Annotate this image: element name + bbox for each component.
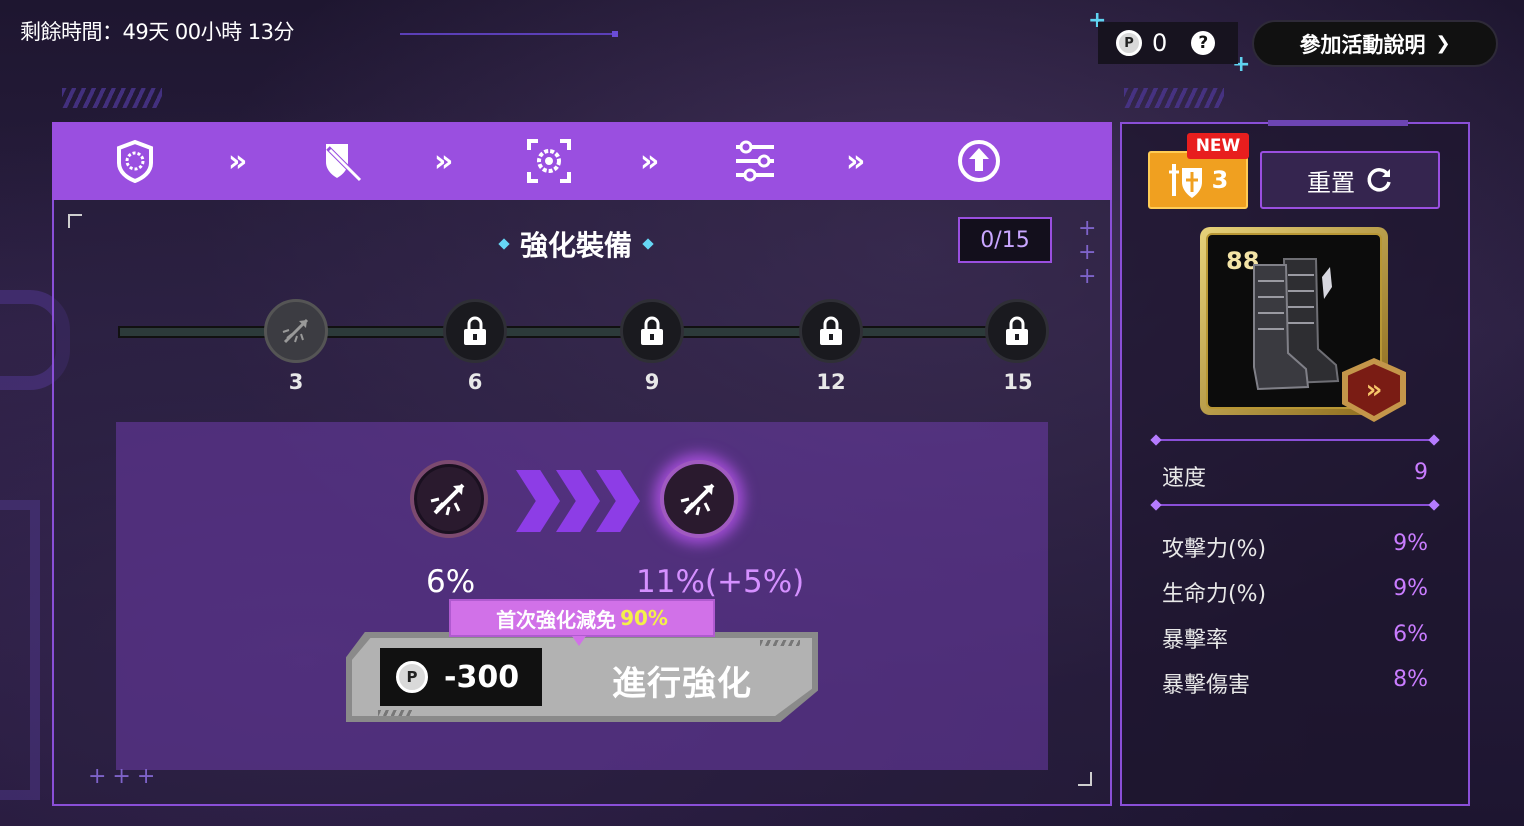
event-info-label: 參加活動說明 — [1299, 32, 1426, 57]
chevron-right-icon: ❯ — [1435, 33, 1451, 54]
arrow-right-icon — [596, 470, 640, 532]
shield-sword-icon[interactable] — [316, 136, 366, 186]
plus-decor-icon: + — [1078, 264, 1097, 289]
milestone-label: 6 — [467, 370, 483, 394]
stripe-decor — [760, 640, 800, 646]
stat-value: 9% — [1393, 576, 1428, 601]
stat-row: 攻擊力(%) 9% — [1162, 531, 1428, 563]
upgrade-arrows — [516, 470, 640, 532]
stat-value: 6% — [1393, 622, 1428, 647]
coin-balance: 0 — [1152, 29, 1168, 57]
shield-badge-icon[interactable] — [110, 136, 160, 186]
stat-name: 暴擊率 — [1162, 628, 1229, 653]
diamond-decor-icon — [642, 238, 654, 250]
reset-label: 重置 — [1307, 168, 1355, 197]
timer-divider — [400, 33, 616, 35]
stripe-decor — [378, 710, 412, 716]
stat-name: 生命力(%) — [1162, 582, 1267, 607]
milestone-node-locked[interactable] — [799, 299, 863, 363]
event-info-button[interactable]: 參加活動說明 ❯ — [1252, 20, 1498, 67]
stat-value: 9% — [1393, 531, 1428, 556]
panel-header: 強化裝備 — [498, 224, 654, 264]
primary-stat-row: 速度 9 — [1162, 460, 1428, 492]
current-skill-icon — [410, 460, 488, 538]
grade-chevron-icon: » — [1348, 364, 1400, 416]
remaining-time: 剩餘時間：49天 00小時 13分 — [20, 20, 295, 44]
milestone-node-locked[interactable] — [620, 299, 684, 363]
frame-corner — [1078, 772, 1092, 786]
stat-row: 暴擊傷害 8% — [1162, 667, 1428, 699]
diamond-decor-icon — [498, 238, 510, 250]
stat-name: 速度 — [1162, 466, 1207, 491]
milestone-node-locked[interactable] — [985, 299, 1049, 363]
stat-row: 生命力(%) 9% — [1162, 576, 1428, 608]
milestone-label: 3 — [288, 370, 304, 394]
upgrade-arrow-icon[interactable] — [954, 136, 1004, 186]
current-value: 6% — [426, 564, 476, 600]
plus-decor-icon: +++ — [88, 764, 162, 789]
milestone-node-locked[interactable] — [443, 299, 507, 363]
currency-display: P 0 ? — [1098, 22, 1238, 64]
chevron-double-icon: » — [228, 144, 248, 179]
stripe-decor — [62, 88, 162, 108]
panel-tab-decor — [1268, 120, 1408, 126]
enhance-button-label[interactable]: 進行強化 — [612, 656, 752, 705]
stat-divider — [1154, 439, 1436, 441]
next-value: 11%(+5%) — [636, 564, 805, 600]
stat-value: 9 — [1414, 460, 1428, 485]
step-bar: » » » » — [52, 122, 1112, 200]
chevron-double-icon: » — [846, 144, 866, 179]
discount-badge: 首次強化減免 90% — [449, 599, 715, 637]
new-badge: NEW — [1187, 133, 1249, 159]
timer-divider-dot — [612, 31, 618, 37]
arrow-right-icon — [556, 470, 600, 532]
stat-name: 攻擊力(%) — [1162, 537, 1267, 562]
plus-decor-icon: + — [1078, 216, 1097, 241]
reset-button[interactable]: 重置 — [1260, 151, 1440, 209]
stripe-decor — [1124, 88, 1224, 108]
discount-value: 90% — [620, 606, 668, 630]
boost-count: 3 — [1211, 166, 1229, 194]
discount-label: 首次強化減免 — [496, 607, 617, 632]
frame-corner — [68, 214, 82, 228]
next-skill-icon — [660, 460, 738, 538]
background-decor — [0, 500, 40, 800]
refresh-icon — [1367, 168, 1391, 192]
stat-name: 暴擊傷害 — [1162, 673, 1251, 698]
plus-decor-icon: + — [1078, 240, 1097, 265]
stat-value: 8% — [1393, 667, 1428, 692]
milestone-node-active[interactable] — [264, 299, 328, 363]
sliders-icon[interactable] — [730, 136, 780, 186]
cost-value: -300 — [444, 659, 520, 695]
milestone-label: 12 — [816, 370, 846, 394]
help-icon[interactable]: ? — [1191, 31, 1216, 55]
enhance-cost: P -300 — [380, 648, 542, 706]
chevron-double-icon: » — [640, 144, 660, 179]
coin-icon: P — [396, 661, 428, 693]
arrow-right-icon — [516, 470, 560, 532]
chevron-double-icon: » — [434, 144, 454, 179]
page-title: 強化裝備 — [520, 229, 633, 262]
boost-item-button[interactable]: 3 — [1148, 151, 1248, 209]
enhance-progress: 0/15 — [958, 217, 1052, 263]
stat-row: 暴擊率 6% — [1162, 622, 1428, 654]
focus-gear-icon[interactable] — [524, 136, 574, 186]
milestone-label: 15 — [1003, 370, 1033, 394]
milestone-track — [118, 326, 1018, 338]
milestone-label: 9 — [644, 370, 660, 394]
stat-divider — [1154, 504, 1436, 506]
coin-icon: P — [1116, 30, 1142, 56]
sword-shield-icon — [1168, 164, 1202, 198]
